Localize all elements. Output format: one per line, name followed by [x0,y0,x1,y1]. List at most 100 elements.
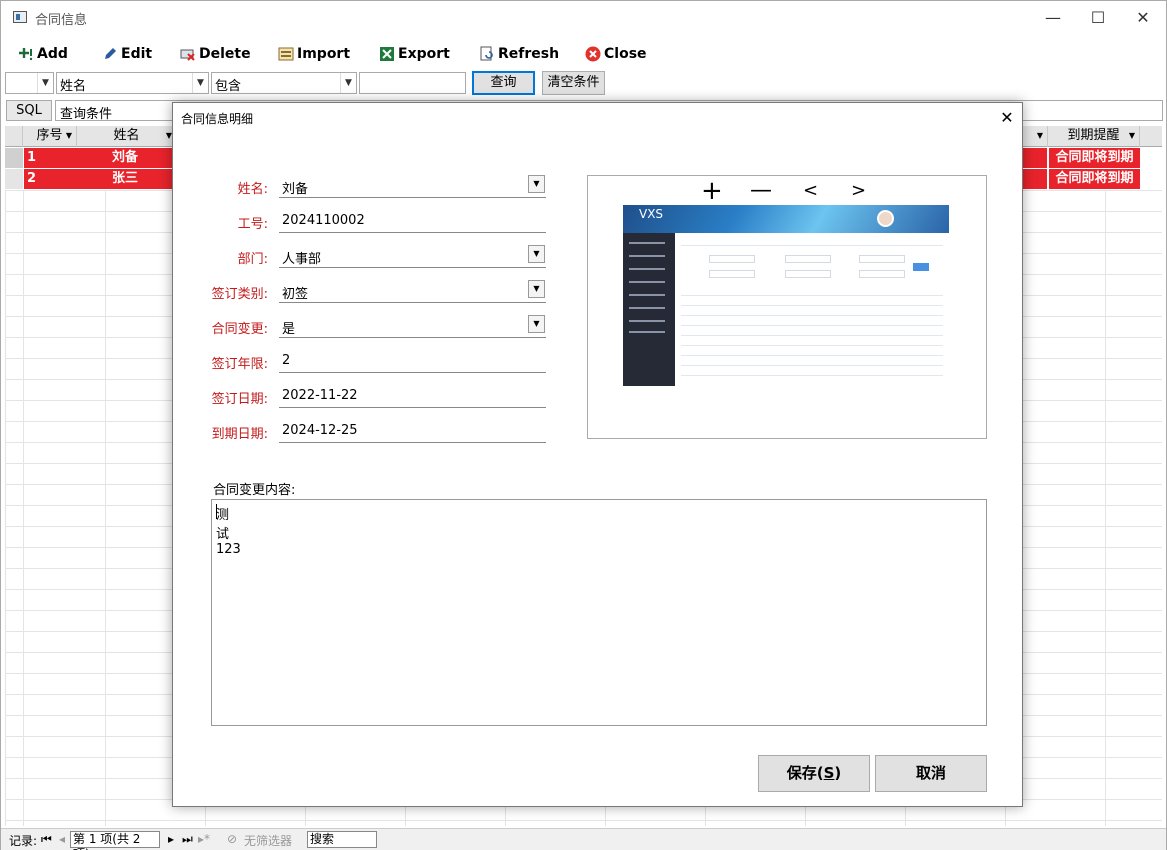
field-row-sign-type: 签订类别: 初签 ▼ [173,277,573,307]
close-button[interactable]: Close [585,43,647,65]
previous-image-icon[interactable]: < [803,178,818,204]
export-button[interactable]: Export [379,43,450,65]
save-button[interactable]: 保存(S) [758,755,870,792]
sign-date-input[interactable]: 2022-11-22 [279,382,546,408]
query-button[interactable]: 查询 [472,71,535,95]
field-label: 签订日期: [211,392,268,407]
minimize-button[interactable]: — [1033,5,1073,31]
refresh-button[interactable]: Refresh [479,43,559,65]
search-input[interactable]: 搜索 [307,831,377,848]
avatar [877,210,894,227]
column-header-name[interactable]: 姓名 ▼ [77,126,177,147]
column-header-reminder[interactable]: 到期提醒 ▼ [1048,126,1140,147]
close-window-button[interactable]: ✕ [1123,5,1163,31]
dialog-title: 合同信息明细 [181,112,254,126]
chevron-down-icon[interactable]: ▼ [528,175,545,193]
maximize-button[interactable]: ☐ [1078,5,1118,31]
row-hidden-cell [1023,169,1047,189]
close-circle-icon [585,46,601,62]
select-all-corner[interactable] [5,126,23,147]
preview-sidebar [623,233,675,386]
field-label: 合同变更: [211,322,268,337]
chevron-down-icon: ▼ [192,73,208,93]
zoom-in-icon[interactable]: + [701,178,723,204]
field-label: 到期日期: [211,427,268,442]
excel-icon [379,46,395,62]
sign-type-select[interactable]: 初签 ▼ [279,277,546,303]
sort-icon: ▼ [65,131,72,140]
column-header-hidden[interactable]: ▼ [1023,126,1048,147]
field-row-employee-id: 工号: 2024110002 [173,207,573,237]
records-label: 记录: [9,834,38,848]
chevron-down-icon[interactable]: ▼ [528,280,545,298]
filter-row: ▼ 姓名 ▼ 包含 ▼ 查询 清空条件 [1,71,1166,97]
term-years-input[interactable]: 2 [279,347,546,373]
change-content-textarea[interactable]: 测试123 [211,499,987,726]
dialog-close-button[interactable]: ✕ [995,106,1019,130]
preview-main [681,237,943,382]
text-caret [216,504,217,519]
row-reminder-cell: 合同即将到期 [1049,169,1140,189]
toolbar: Add Edit Delete Import Export Refresh Cl… [1,39,1166,67]
field-label: 姓名: [237,182,268,197]
import-button[interactable]: Import [278,43,350,65]
first-record-icon[interactable]: ⏮ [41,832,52,847]
row-reminder-cell: 合同即将到期 [1049,148,1140,168]
delete-icon [180,46,196,62]
new-record-icon[interactable]: ▸* [198,832,210,846]
row-hidden-cell [1023,148,1047,168]
field-row-expiry-date: 到期日期: 2024-12-25 [173,417,573,447]
field-label: 签订类别: [211,287,268,302]
cancel-button[interactable]: 取消 [875,755,987,792]
zoom-out-icon[interactable]: — [750,178,772,204]
contract-image-viewer[interactable]: + — < > VXS [587,175,987,439]
prev-record-icon[interactable]: ◂ [59,832,65,846]
row-name-cell: 张三 [77,169,173,189]
filter-field-combo[interactable]: ▼ [5,72,54,94]
preview-header: VXS [623,205,949,233]
next-image-icon[interactable]: > [851,178,866,204]
field-row-name: 姓名: 刘备 ▼ [173,172,573,202]
add-button[interactable]: Add [18,43,68,65]
expiry-date-input[interactable]: 2024-12-25 [279,417,546,443]
no-filter-label[interactable]: 无筛选器 [244,832,292,849]
field-label: 工号: [237,217,268,232]
row-name-cell: 刘备 [77,148,173,168]
row-selector[interactable] [5,169,23,189]
department-select[interactable]: 人事部 ▼ [279,242,546,268]
chevron-down-icon[interactable]: ▼ [528,315,545,333]
row-index-cell: 2 [24,169,77,189]
row-index-cell: 1 [24,148,77,168]
last-record-icon[interactable]: ⏭ [182,832,193,847]
row-selector[interactable] [5,148,23,168]
sql-button[interactable]: SQL [6,100,52,121]
filter-value-input[interactable] [359,72,466,94]
contract-detail-dialog: 合同信息明细 ✕ 姓名: 刘备 ▼ 工号: 2024110002 部门: 人事部… [172,102,1023,807]
import-icon [278,46,294,62]
title-bar: 合同信息 — ☐ ✕ [1,1,1166,35]
chevron-down-icon: ▼ [37,73,53,93]
filter-column-combo[interactable]: 姓名 ▼ [56,72,209,94]
chevron-down-icon: ▼ [340,73,356,93]
contract-change-select[interactable]: 是 ▼ [279,312,546,338]
pencil-icon [102,46,118,62]
column-header-index[interactable]: 序号 ▼ [23,126,77,147]
chevron-down-icon[interactable]: ▼ [528,245,545,263]
field-row-contract-change: 合同变更: 是 ▼ [173,312,573,342]
field-label: 签订年限: [211,357,268,372]
delete-button[interactable]: Delete [180,43,251,65]
status-bar: 记录: ⏮ ◂ 第 1 项(共 2 项) ▸ ⏭ ▸* ⊘ 无筛选器 搜索 [1,828,1166,850]
field-row-department: 部门: 人事部 ▼ [173,242,573,272]
employee-id-input[interactable]: 2024110002 [279,207,546,233]
edit-button[interactable]: Edit [102,43,152,65]
field-row-sign-date: 签订日期: 2022-11-22 [173,382,573,412]
clear-conditions-button[interactable]: 清空条件 [542,71,605,95]
next-record-icon[interactable]: ▸ [168,832,174,846]
record-position-box[interactable]: 第 1 项(共 2 项) [70,831,160,850]
preview-logo: VXS [639,207,664,221]
name-select[interactable]: 刘备 ▼ [279,172,546,198]
refresh-icon [479,46,495,62]
app-icon [13,11,27,23]
filter-operator-combo[interactable]: 包含 ▼ [211,72,357,94]
contract-preview-image: VXS [623,205,949,386]
